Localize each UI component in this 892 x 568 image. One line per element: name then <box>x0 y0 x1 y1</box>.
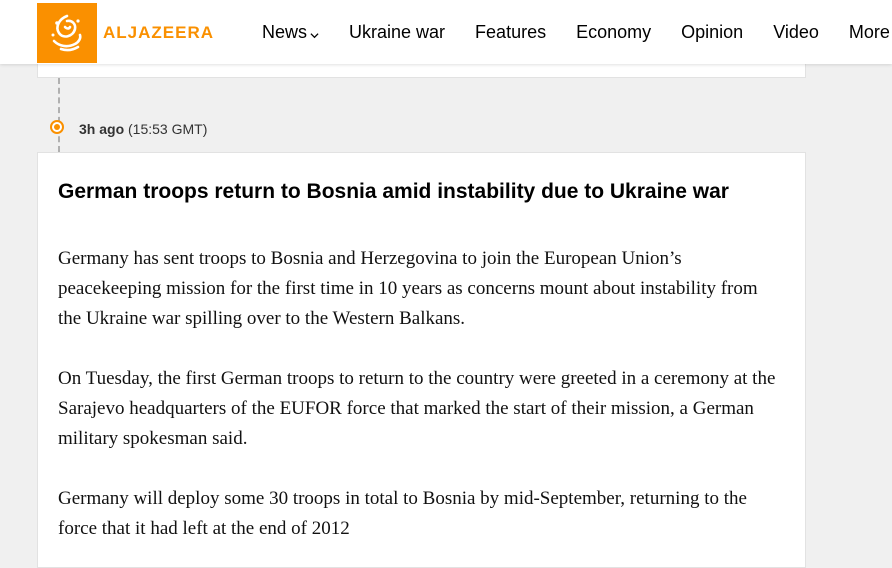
chevron-down-icon <box>310 32 319 38</box>
timeline-dot-icon <box>50 120 64 134</box>
nav-item-label: News <box>262 21 308 42</box>
update-title: German troops return to Bosnia amid inst… <box>58 180 729 203</box>
nav-item-ukraine-war[interactable]: Ukraine war <box>349 22 445 43</box>
brand-name: ALJAZEERA <box>103 23 215 42</box>
nav-item-opinion[interactable]: Opinion <box>681 22 743 43</box>
update-paragraph: On Tuesday, the first German troops to r… <box>58 368 776 449</box>
update-timestamp: 3h ago (15:53 GMT) <box>79 121 207 137</box>
calligraphy-logo-icon <box>51 14 82 52</box>
page: ALJAZEERA News Ukraine war Features Econ… <box>0 0 892 568</box>
update-paragraph: Germany will deploy some 30 troops in to… <box>58 488 747 539</box>
timeline-line <box>58 78 60 152</box>
aljazeera-logo-mark <box>37 3 97 63</box>
nav-item-economy[interactable]: Economy <box>576 22 651 43</box>
nav-item-video[interactable]: Video <box>773 22 819 43</box>
live-update-card: German troops return to Bosnia amid inst… <box>37 152 806 568</box>
timestamp-time: (15:53 GMT) <box>128 121 208 137</box>
nav-item-features[interactable]: Features <box>475 22 546 43</box>
update-paragraph: Germany has sent troops to Bosnia and He… <box>58 248 758 329</box>
nav-item-more[interactable]: More <box>849 22 890 43</box>
main-nav: News Ukraine war Features Economy Opinio… <box>248 0 892 64</box>
timestamp-relative: 3h ago <box>79 121 125 137</box>
aljazeera-logo[interactable]: ALJAZEERA <box>37 3 213 63</box>
site-header: ALJAZEERA News Ukraine war Features Econ… <box>0 0 892 64</box>
nav-item-news[interactable]: News <box>262 22 319 43</box>
